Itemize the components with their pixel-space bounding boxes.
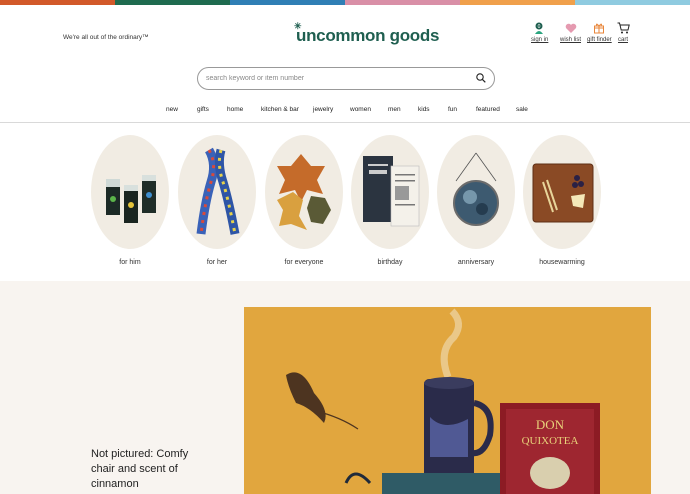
nav-home[interactable]: home [227,106,243,113]
book-title-line2: QUIXOTEA [522,435,579,447]
category-image [91,135,169,249]
cart-label: cart [617,37,628,43]
nav-jewelry[interactable]: jewelry [313,106,333,113]
nav-new[interactable]: new [166,106,178,113]
wish-list-link[interactable]: wish list [560,21,581,43]
main-nav: new gifts home kitchen & bar jewelry wom… [0,106,690,116]
nav-kitchen-bar[interactable]: kitchen & bar [261,106,299,113]
nav-women[interactable]: women [350,106,371,113]
cart-icon [616,21,630,35]
site-logo[interactable]: ✳ uncommon goods [294,21,440,46]
nav-men[interactable]: men [388,106,401,113]
gift-icon [592,21,606,35]
category-image [265,135,343,249]
sign-in-link[interactable]: 0 sign in [531,21,548,43]
site-header: We're all out of the ordinary™ ✳ uncommo… [0,5,690,123]
feature-banner: Not pictured: Comfy chair and scent of c… [0,281,690,494]
category-label: for everyone [284,259,324,266]
sign-in-label: sign in [531,37,549,43]
heart-icon [564,21,578,35]
category-row: for him for her for everyone birthday an… [0,123,690,281]
feature-caption: Not pictured: Comfy chair and scent of c… [91,448,189,490]
wish-list-label: wish list [560,37,582,43]
category-label: for her [206,259,228,266]
person-icon: 0 [533,21,547,35]
category-image [178,135,256,249]
category-label: housewarming [539,259,585,266]
gift-finder-link[interactable]: gift finder [587,21,612,43]
category-for-everyone[interactable]: for everyone [265,135,343,266]
category-birthday[interactable]: birthday [351,135,429,266]
nav-fun[interactable]: fun [448,106,457,113]
category-for-her[interactable]: for her [178,135,256,266]
search-icon[interactable] [476,70,486,88]
nav-kids[interactable]: kids [418,106,430,113]
gift-finder-label: gift finder [587,37,612,43]
category-housewarming[interactable]: housewarming [523,135,601,266]
category-label: birthday [377,259,403,266]
search-bar [197,67,495,90]
tagline: We're all out of the ordinary™ [63,34,149,41]
category-for-him[interactable]: for him [91,135,169,266]
category-image [523,135,601,249]
category-anniversary[interactable]: anniversary [437,135,515,266]
nav-gifts[interactable]: gifts [197,106,209,113]
nav-sale[interactable]: sale [516,106,528,113]
logo-spark-icon: ✳ [294,21,302,31]
feature-photo[interactable]: DON QUIXOTEA [244,307,651,494]
book-title-line1: DON [536,417,565,432]
category-image [437,135,515,249]
category-label: for him [119,259,141,266]
cart-link[interactable]: cart [616,21,630,43]
category-image [351,135,429,249]
logo-text: uncommon goods [296,26,440,45]
nav-featured[interactable]: featured [476,106,500,113]
search-input[interactable] [206,75,476,82]
svg-text:0: 0 [537,23,540,29]
category-label: anniversary [457,259,495,266]
